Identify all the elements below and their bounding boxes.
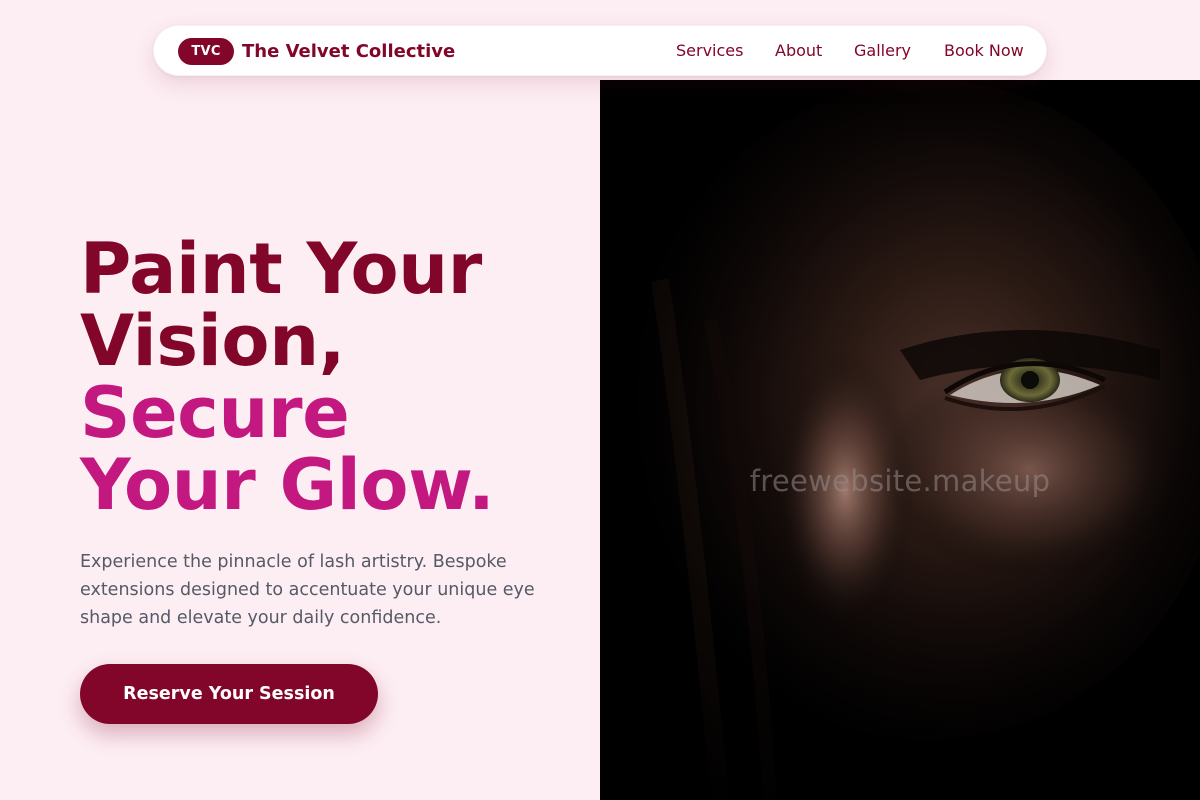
landing-page: freewebsite.makeup TVC The Velvet Collec…: [0, 0, 1200, 800]
nav-link-services[interactable]: Services: [676, 41, 743, 60]
nav-links: Services About Gallery Book Now: [154, 41, 1046, 63]
headline-line-1: Paint Your: [80, 228, 483, 310]
headline-line-4: Your Glow.: [80, 444, 495, 526]
reserve-session-button[interactable]: Reserve Your Session: [80, 664, 378, 724]
nav-link-about[interactable]: About: [775, 41, 822, 60]
nav-link-book-now[interactable]: Book Now: [944, 41, 1024, 60]
headline-line-3: Secure: [80, 372, 350, 454]
hero-description: Experience the pinnacle of lash artistry…: [80, 552, 535, 628]
nav-link-gallery[interactable]: Gallery: [854, 41, 911, 60]
image-watermark: freewebsite.makeup: [749, 464, 1051, 498]
top-navbar: TVC The Velvet Collective Services About…: [153, 25, 1047, 76]
portrait-photo: [600, 80, 1200, 800]
hero-headline: Paint Your Vision, Secure Your Glow.: [80, 233, 590, 521]
headline-line-2: Vision,: [80, 300, 346, 382]
hero-image: freewebsite.makeup: [600, 80, 1200, 800]
